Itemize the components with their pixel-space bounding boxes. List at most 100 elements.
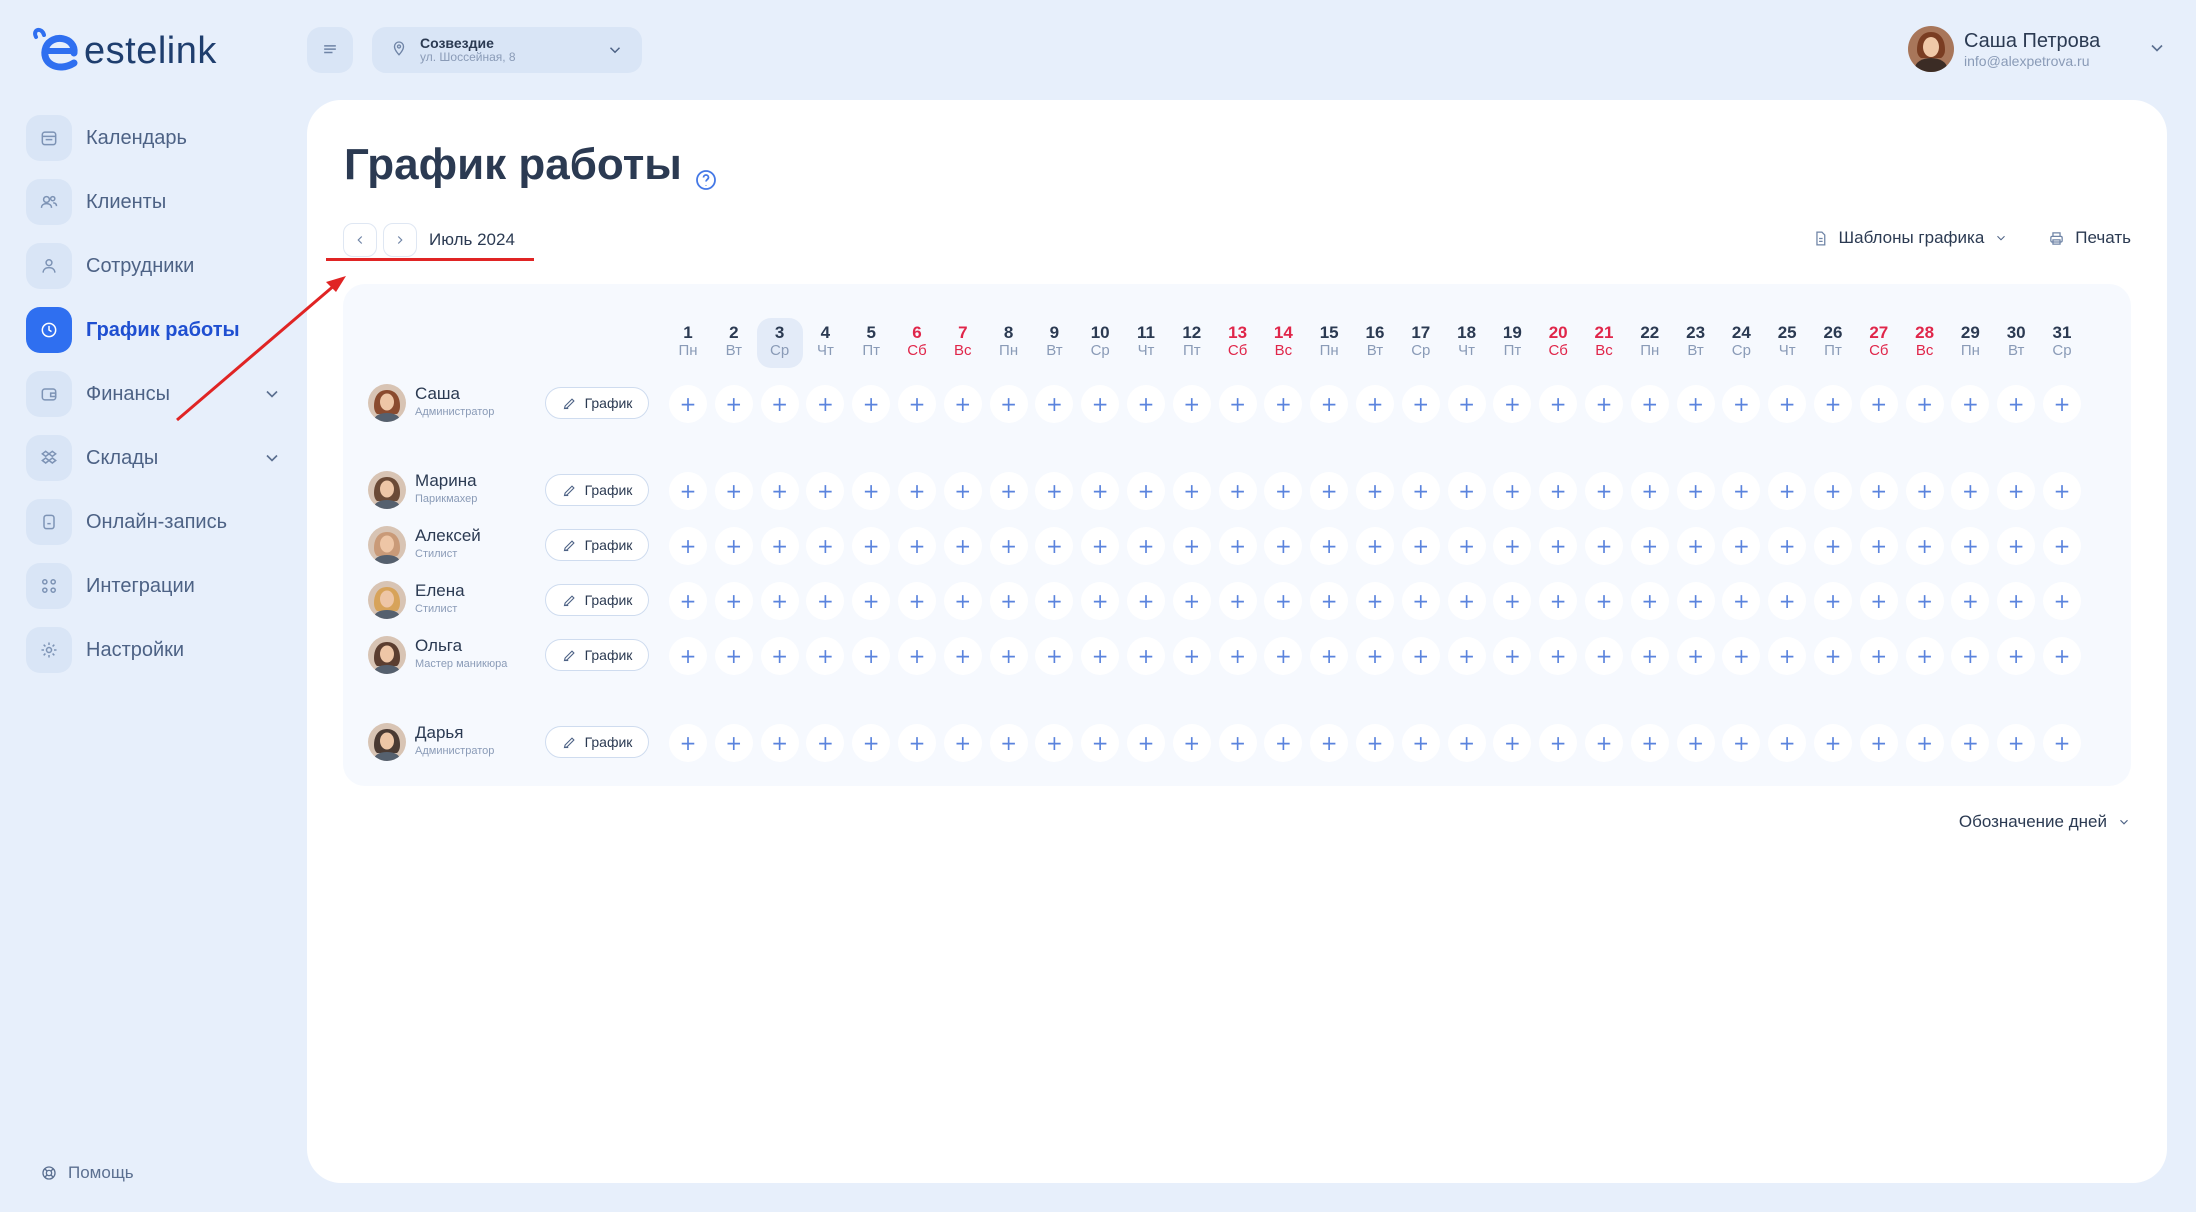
add-shift-cell[interactable]: + — [1676, 582, 1715, 620]
add-shift-cell[interactable]: + — [1630, 385, 1669, 423]
add-shift-cell[interactable]: + — [1997, 582, 2036, 620]
add-shift-cell[interactable]: + — [1356, 472, 1394, 510]
add-shift-cell[interactable]: + — [1264, 724, 1303, 762]
add-shift-cell[interactable]: + — [1310, 637, 1349, 675]
add-shift-cell[interactable]: + — [1630, 472, 1669, 510]
help-question-icon[interactable] — [694, 153, 718, 190]
day-legend-toggle[interactable]: Обозначение дней — [1959, 812, 2131, 832]
add-shift-cell[interactable]: + — [898, 637, 936, 675]
sidebar-item-calendar[interactable]: Календарь — [26, 114, 286, 162]
add-shift-cell[interactable]: + — [1035, 724, 1074, 762]
add-shift-cell[interactable]: + — [1035, 472, 1074, 510]
sidebar-item-schedule[interactable]: График работы — [26, 306, 286, 354]
add-shift-cell[interactable]: + — [1676, 527, 1715, 565]
edit-schedule-button[interactable]: График — [545, 726, 649, 758]
add-shift-cell[interactable]: + — [2043, 724, 2081, 762]
add-shift-cell[interactable]: + — [1997, 385, 2036, 423]
add-shift-cell[interactable]: + — [2043, 385, 2081, 423]
add-shift-cell[interactable]: + — [1081, 724, 1120, 762]
add-shift-cell[interactable]: + — [1356, 724, 1394, 762]
add-shift-cell[interactable]: + — [1722, 385, 1761, 423]
add-shift-cell[interactable]: + — [1814, 582, 1852, 620]
add-shift-cell[interactable]: + — [669, 637, 707, 675]
add-shift-cell[interactable]: + — [1539, 724, 1578, 762]
add-shift-cell[interactable]: + — [2043, 527, 2081, 565]
add-shift-cell[interactable]: + — [1814, 385, 1852, 423]
sidebar-item-finance[interactable]: Финансы — [26, 370, 286, 418]
add-shift-cell[interactable]: + — [1951, 724, 1990, 762]
add-shift-cell[interactable]: + — [760, 637, 799, 675]
add-shift-cell[interactable]: + — [1859, 385, 1898, 423]
add-shift-cell[interactable]: + — [1218, 582, 1257, 620]
add-shift-cell[interactable]: + — [714, 472, 753, 510]
add-shift-cell[interactable]: + — [1859, 582, 1898, 620]
add-shift-cell[interactable]: + — [1264, 637, 1303, 675]
add-shift-cell[interactable]: + — [1951, 637, 1990, 675]
sidebar-item-integrations[interactable]: Интеграции — [26, 562, 286, 610]
add-shift-cell[interactable]: + — [1951, 582, 1990, 620]
add-shift-cell[interactable]: + — [806, 724, 845, 762]
add-shift-cell[interactable]: + — [1905, 582, 1944, 620]
menu-toggle-button[interactable] — [307, 27, 353, 73]
add-shift-cell[interactable]: + — [1905, 385, 1944, 423]
add-shift-cell[interactable]: + — [943, 582, 982, 620]
add-shift-cell[interactable]: + — [1768, 385, 1807, 423]
add-shift-cell[interactable]: + — [1172, 527, 1211, 565]
add-shift-cell[interactable]: + — [1630, 582, 1669, 620]
add-shift-cell[interactable]: + — [1218, 637, 1257, 675]
add-shift-cell[interactable]: + — [1997, 527, 2036, 565]
add-shift-cell[interactable]: + — [1859, 637, 1898, 675]
add-shift-cell[interactable]: + — [1722, 582, 1761, 620]
add-shift-cell[interactable]: + — [714, 527, 753, 565]
add-shift-cell[interactable]: + — [669, 582, 707, 620]
add-shift-cell[interactable]: + — [1585, 527, 1623, 565]
add-shift-cell[interactable]: + — [989, 637, 1028, 675]
add-shift-cell[interactable]: + — [806, 637, 845, 675]
add-shift-cell[interactable]: + — [898, 724, 936, 762]
add-shift-cell[interactable]: + — [1310, 472, 1349, 510]
add-shift-cell[interactable]: + — [898, 385, 936, 423]
chevron-down-icon[interactable] — [2147, 38, 2167, 63]
add-shift-cell[interactable]: + — [1401, 385, 1440, 423]
add-shift-cell[interactable]: + — [1676, 724, 1715, 762]
add-shift-cell[interactable]: + — [1264, 472, 1303, 510]
print-button[interactable]: Печать — [2048, 228, 2131, 248]
add-shift-cell[interactable]: + — [1768, 637, 1807, 675]
add-shift-cell[interactable]: + — [1539, 637, 1578, 675]
add-shift-cell[interactable]: + — [1356, 582, 1394, 620]
add-shift-cell[interactable]: + — [1127, 527, 1165, 565]
add-shift-cell[interactable]: + — [1127, 472, 1165, 510]
add-shift-cell[interactable]: + — [1493, 385, 1532, 423]
add-shift-cell[interactable]: + — [1630, 724, 1669, 762]
add-shift-cell[interactable]: + — [1493, 724, 1532, 762]
add-shift-cell[interactable]: + — [806, 472, 845, 510]
add-shift-cell[interactable]: + — [898, 527, 936, 565]
sidebar-item-employees[interactable]: Сотрудники — [26, 242, 286, 290]
add-shift-cell[interactable]: + — [1859, 724, 1898, 762]
add-shift-cell[interactable]: + — [1127, 637, 1165, 675]
add-shift-cell[interactable]: + — [898, 472, 936, 510]
add-shift-cell[interactable]: + — [1630, 637, 1669, 675]
add-shift-cell[interactable]: + — [1585, 472, 1623, 510]
templates-dropdown[interactable]: Шаблоны графика — [1812, 228, 2009, 248]
add-shift-cell[interactable]: + — [852, 724, 891, 762]
add-shift-cell[interactable]: + — [1905, 527, 1944, 565]
add-shift-cell[interactable]: + — [1218, 527, 1257, 565]
add-shift-cell[interactable]: + — [1356, 527, 1394, 565]
add-shift-cell[interactable]: + — [989, 472, 1028, 510]
add-shift-cell[interactable]: + — [760, 582, 799, 620]
add-shift-cell[interactable]: + — [989, 582, 1028, 620]
add-shift-cell[interactable]: + — [852, 637, 891, 675]
add-shift-cell[interactable]: + — [1814, 472, 1852, 510]
add-shift-cell[interactable]: + — [714, 385, 753, 423]
add-shift-cell[interactable]: + — [1814, 724, 1852, 762]
add-shift-cell[interactable]: + — [1585, 385, 1623, 423]
add-shift-cell[interactable]: + — [1997, 637, 2036, 675]
add-shift-cell[interactable]: + — [669, 724, 707, 762]
add-shift-cell[interactable]: + — [1722, 527, 1761, 565]
edit-schedule-button[interactable]: График — [545, 639, 649, 671]
add-shift-cell[interactable]: + — [714, 724, 753, 762]
add-shift-cell[interactable]: + — [1447, 472, 1486, 510]
add-shift-cell[interactable]: + — [989, 724, 1028, 762]
add-shift-cell[interactable]: + — [1035, 637, 1074, 675]
